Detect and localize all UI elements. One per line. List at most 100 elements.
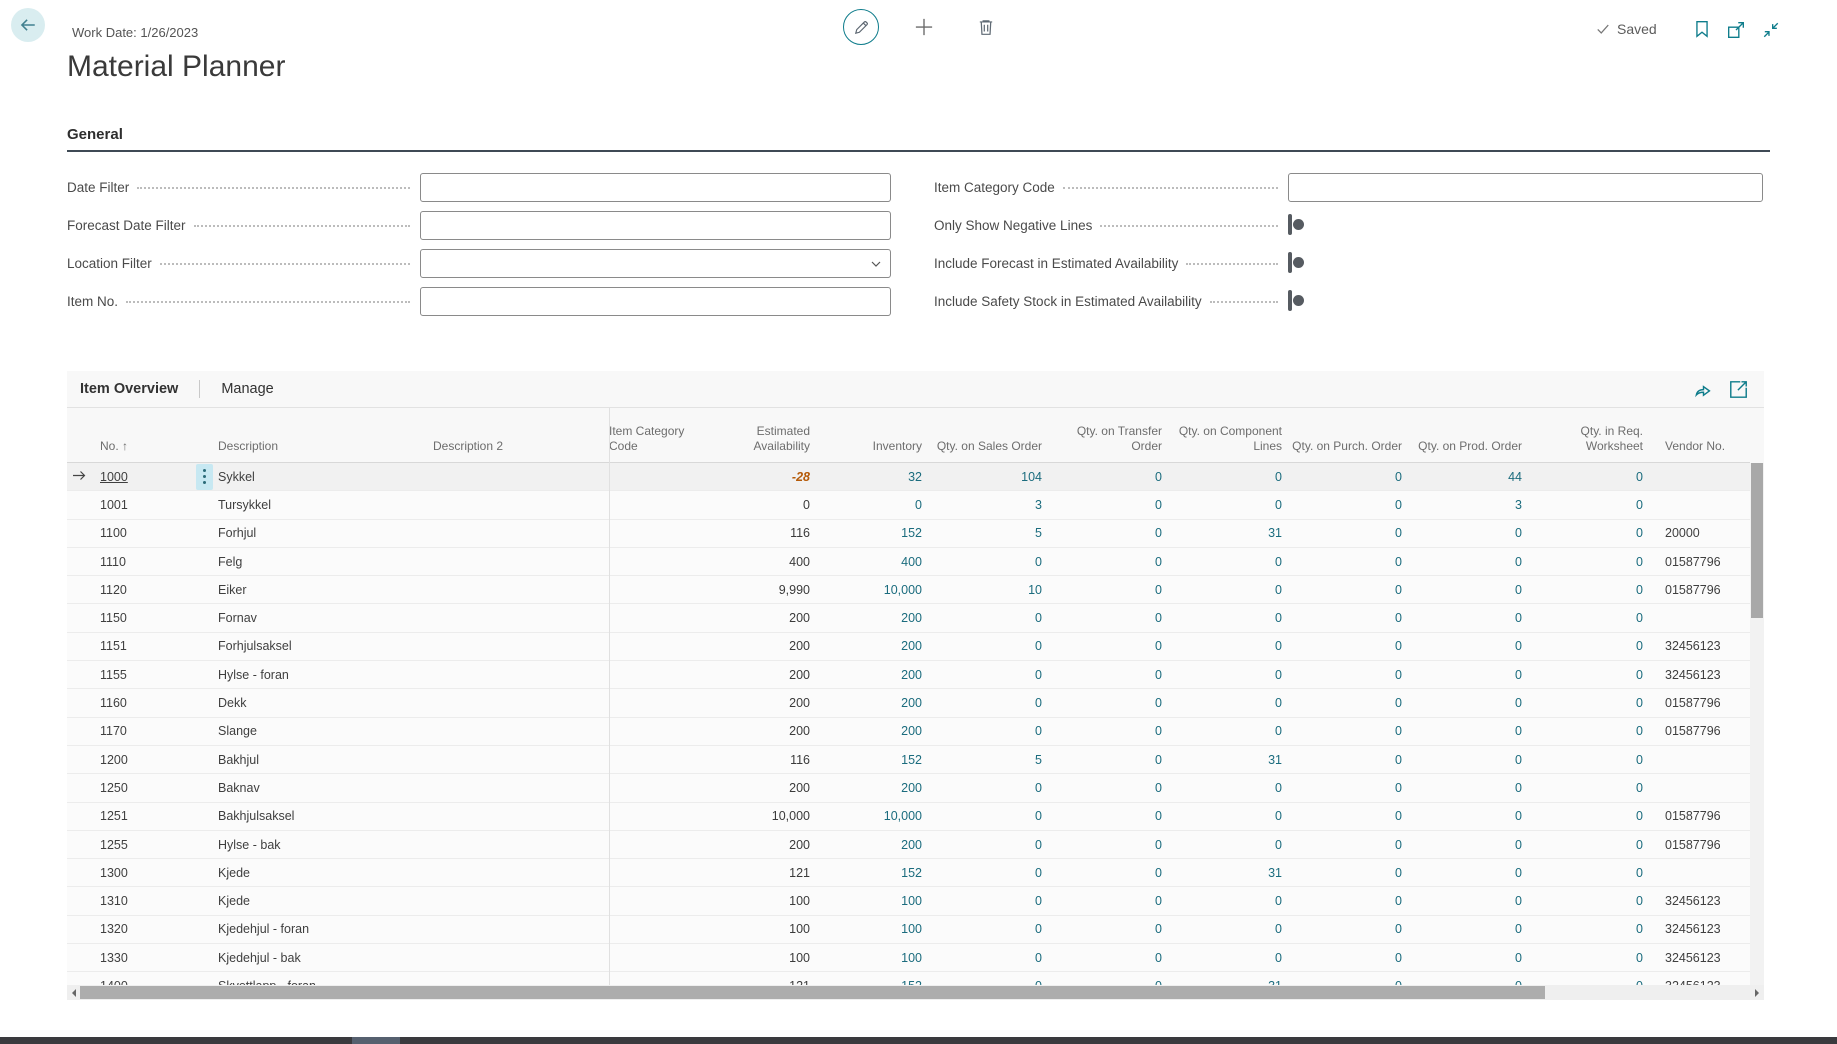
cell-qty-transfer-order[interactable]: 0 — [1046, 555, 1166, 569]
table-row[interactable]: 1320 Kjedehjul - foran 100 100 0 0 0 0 0… — [67, 916, 1750, 944]
table-row[interactable]: 1150 Fornav 200 200 0 0 0 0 0 0 — [67, 604, 1750, 632]
column-header-qty-prod-order[interactable]: Qty. on Prod. Order — [1406, 439, 1526, 462]
column-header-description[interactable]: Description — [218, 439, 433, 462]
cell-qty-prod-order[interactable]: 0 — [1406, 838, 1526, 852]
cell-inventory[interactable]: 152 — [814, 866, 926, 880]
cell-qty-sales-order[interactable]: 0 — [926, 668, 1046, 682]
cell-description[interactable]: Bakhjul — [218, 753, 433, 767]
cell-qty-sales-order[interactable]: 0 — [926, 809, 1046, 823]
cell-qty-component-lines[interactable]: 0 — [1166, 470, 1286, 484]
table-row[interactable]: 1000 Sykkel -28 32 104 0 0 0 44 0 — [67, 463, 1750, 491]
general-section-heading[interactable]: General — [67, 126, 123, 143]
new-button[interactable] — [913, 16, 935, 38]
share-button[interactable] — [1694, 380, 1713, 399]
cell-qty-sales-order[interactable]: 0 — [926, 639, 1046, 653]
cell-no[interactable]: 1110 — [100, 555, 190, 569]
cell-no[interactable]: 1001 — [100, 498, 190, 512]
cell-qty-purch-order[interactable]: 0 — [1286, 639, 1406, 653]
only-show-negative-lines-toggle[interactable] — [1288, 214, 1292, 235]
cell-inventory[interactable]: 200 — [814, 781, 926, 795]
cell-qty-req-worksheet[interactable]: 0 — [1526, 838, 1647, 852]
cell-inventory[interactable]: 200 — [814, 668, 926, 682]
forecast-date-filter-input[interactable] — [420, 211, 891, 240]
cell-qty-prod-order[interactable]: 3 — [1406, 498, 1526, 512]
cell-qty-req-worksheet[interactable]: 0 — [1526, 951, 1647, 965]
table-row[interactable]: 1155 Hylse - foran 200 200 0 0 0 0 0 0 3… — [67, 661, 1750, 689]
column-header-inventory[interactable]: Inventory — [814, 439, 926, 462]
cell-inventory[interactable]: 100 — [814, 894, 926, 908]
open-in-new-window-button[interactable] — [1726, 20, 1746, 40]
cell-qty-req-worksheet[interactable]: 0 — [1526, 922, 1647, 936]
cell-qty-component-lines[interactable]: 0 — [1166, 611, 1286, 625]
column-header-estimated-availability[interactable]: Estimated Availability — [709, 424, 814, 462]
cell-description[interactable]: Fornav — [218, 611, 433, 625]
cell-qty-transfer-order[interactable]: 0 — [1046, 470, 1166, 484]
cell-description[interactable]: Tursykkel — [218, 498, 433, 512]
cell-no[interactable]: 1200 — [100, 753, 190, 767]
scroll-right-arrow-icon[interactable] — [1751, 985, 1764, 1000]
cell-qty-purch-order[interactable]: 0 — [1286, 753, 1406, 767]
cell-qty-purch-order[interactable]: 0 — [1286, 583, 1406, 597]
cell-qty-sales-order[interactable]: 0 — [926, 922, 1046, 936]
table-row[interactable]: 1255 Hylse - bak 200 200 0 0 0 0 0 0 015… — [67, 831, 1750, 859]
cell-description[interactable]: Kjede — [218, 894, 433, 908]
cell-qty-sales-order[interactable]: 0 — [926, 781, 1046, 795]
scroll-left-arrow-icon[interactable] — [67, 985, 80, 1000]
cell-no[interactable]: 1120 — [100, 583, 190, 597]
cell-qty-sales-order[interactable]: 0 — [926, 894, 1046, 908]
column-header-item-category-code[interactable]: Item Category Code — [609, 424, 709, 462]
cell-qty-sales-order[interactable]: 0 — [926, 951, 1046, 965]
cell-qty-transfer-order[interactable]: 0 — [1046, 498, 1166, 512]
cell-qty-transfer-order[interactable]: 0 — [1046, 639, 1166, 653]
vertical-scrollbar[interactable] — [1750, 463, 1764, 985]
cell-qty-purch-order[interactable]: 0 — [1286, 555, 1406, 569]
cell-qty-purch-order[interactable]: 0 — [1286, 781, 1406, 795]
cell-qty-prod-order[interactable]: 0 — [1406, 639, 1526, 653]
table-row[interactable]: 1400 Skvettlapp - foran 121 152 0 0 31 0… — [67, 972, 1750, 985]
horizontal-scrollbar[interactable] — [67, 985, 1764, 1000]
cell-qty-purch-order[interactable]: 0 — [1286, 724, 1406, 738]
cell-qty-component-lines[interactable]: 0 — [1166, 894, 1286, 908]
cell-qty-sales-order[interactable]: 0 — [926, 724, 1046, 738]
cell-description[interactable]: Baknav — [218, 781, 433, 795]
table-row[interactable]: 1100 Forhjul 116 152 5 0 31 0 0 0 20000 — [67, 520, 1750, 548]
cell-qty-purch-order[interactable]: 0 — [1286, 498, 1406, 512]
column-header-description-2[interactable]: Description 2 — [433, 439, 609, 462]
cell-qty-component-lines[interactable]: 0 — [1166, 724, 1286, 738]
cell-qty-prod-order[interactable]: 0 — [1406, 668, 1526, 682]
include-safety-stock-toggle[interactable] — [1288, 290, 1292, 311]
cell-qty-prod-order[interactable]: 0 — [1406, 696, 1526, 710]
cell-qty-req-worksheet[interactable]: 0 — [1526, 583, 1647, 597]
delete-button[interactable] — [975, 16, 997, 38]
row-menu-icon[interactable] — [196, 464, 213, 490]
table-row[interactable]: 1200 Bakhjul 116 152 5 0 31 0 0 0 — [67, 746, 1750, 774]
cell-description[interactable]: Forhjul — [218, 526, 433, 540]
cell-no[interactable]: 1320 — [100, 922, 190, 936]
cell-qty-req-worksheet[interactable]: 0 — [1526, 894, 1647, 908]
cell-qty-purch-order[interactable]: 0 — [1286, 922, 1406, 936]
cell-no[interactable]: 1255 — [100, 838, 190, 852]
cell-qty-component-lines[interactable]: 0 — [1166, 668, 1286, 682]
cell-description[interactable]: Dekk — [218, 696, 433, 710]
cell-qty-component-lines[interactable]: 0 — [1166, 498, 1286, 512]
cell-qty-sales-order[interactable]: 0 — [926, 696, 1046, 710]
cell-qty-transfer-order[interactable]: 0 — [1046, 753, 1166, 767]
cell-qty-transfer-order[interactable]: 0 — [1046, 809, 1166, 823]
cell-qty-req-worksheet[interactable]: 0 — [1526, 696, 1647, 710]
cell-qty-sales-order[interactable]: 0 — [926, 611, 1046, 625]
cell-qty-req-worksheet[interactable]: 0 — [1526, 781, 1647, 795]
cell-inventory[interactable]: 0 — [814, 498, 926, 512]
cell-qty-req-worksheet[interactable]: 0 — [1526, 555, 1647, 569]
cell-no[interactable]: 1300 — [100, 866, 190, 880]
cell-qty-transfer-order[interactable]: 0 — [1046, 951, 1166, 965]
cell-qty-component-lines[interactable]: 0 — [1166, 696, 1286, 710]
cell-qty-sales-order[interactable]: 104 — [926, 470, 1046, 484]
cell-inventory[interactable]: 152 — [814, 526, 926, 540]
cell-qty-prod-order[interactable]: 0 — [1406, 922, 1526, 936]
table-row[interactable]: 1300 Kjede 121 152 0 0 31 0 0 0 — [67, 859, 1750, 887]
cell-qty-purch-order[interactable]: 0 — [1286, 951, 1406, 965]
cell-qty-sales-order[interactable]: 3 — [926, 498, 1046, 512]
table-row[interactable]: 1120 Eiker 9,990 10,000 10 0 0 0 0 0 015… — [67, 576, 1750, 604]
cell-no[interactable]: 1150 — [100, 611, 190, 625]
column-header-qty-sales-order[interactable]: Qty. on Sales Order — [926, 439, 1046, 462]
